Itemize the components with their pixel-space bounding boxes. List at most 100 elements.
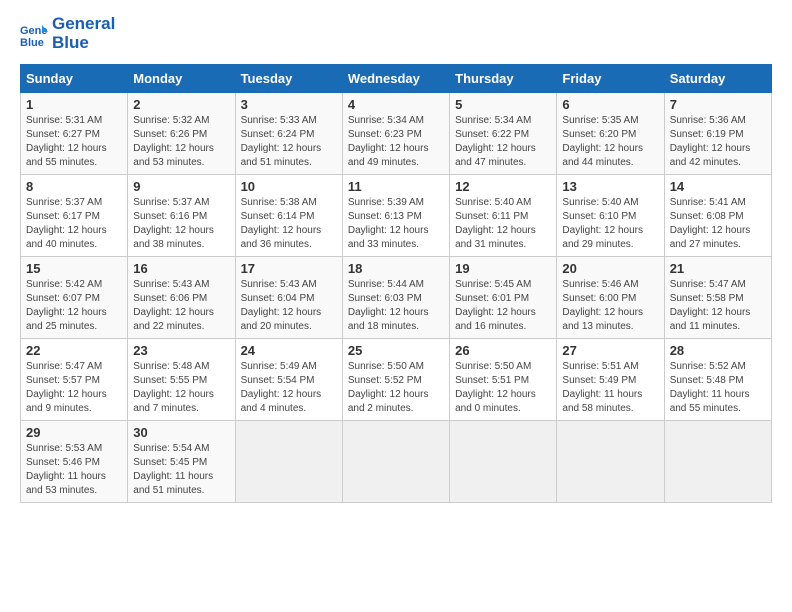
- calendar-cell: 27 Sunrise: 5:51 AM Sunset: 5:49 PM Dayli…: [557, 339, 664, 421]
- svg-text:Blue: Blue: [20, 37, 44, 48]
- calendar-week-3: 15Sunrise: 5:42 AM Sunset: 6:07 PM Dayli…: [21, 257, 772, 339]
- calendar-cell: 24 Sunrise: 5:49 AM Sunset: 5:54 PM Dayli…: [235, 339, 342, 421]
- day-number: 27: [562, 343, 658, 358]
- calendar-cell: 30 Sunrise: 5:54 AM Sunset: 5:45 PM Dayli…: [128, 421, 235, 503]
- day-info: Sunrise: 5:47 AM Sunset: 5:57 PM Dayligh…: [26, 360, 122, 416]
- calendar-cell: 28 Sunrise: 5:52 AM Sunset: 5:48 PM Dayli…: [664, 339, 771, 421]
- day-info: Sunrise: 5:53 AM Sunset: 5:46 PM Dayligh…: [26, 442, 122, 498]
- day-number: 21: [670, 261, 766, 276]
- day-number: 10: [241, 179, 337, 194]
- day-info: Sunrise: 5:48 AM Sunset: 5:55 PM Dayligh…: [133, 360, 229, 416]
- day-number: 4: [348, 97, 444, 112]
- day-number: 7: [670, 97, 766, 112]
- calendar-cell: 7 Sunrise: 5:36 AM Sunset: 6:19 PM Daylig…: [664, 93, 771, 175]
- calendar-cell: [450, 421, 557, 503]
- calendar-cell: 12 Sunrise: 5:40 AM Sunset: 6:11 PM Dayli…: [450, 175, 557, 257]
- day-info: Sunrise: 5:51 AM Sunset: 5:49 PM Dayligh…: [562, 360, 658, 416]
- day-info: Sunrise: 5:38 AM Sunset: 6:14 PM Dayligh…: [241, 196, 337, 252]
- calendar-cell: 18 Sunrise: 5:44 AM Sunset: 6:03 PM Dayli…: [342, 257, 449, 339]
- day-number: 29: [26, 425, 122, 440]
- calendar-cell: 14 Sunrise: 5:41 AM Sunset: 6:08 PM Dayli…: [664, 175, 771, 257]
- calendar-cell: [342, 421, 449, 503]
- calendar-cell: [235, 421, 342, 503]
- calendar-week-5: 29 Sunrise: 5:53 AM Sunset: 5:46 PM Dayli…: [21, 421, 772, 503]
- day-info: Sunrise: 5:49 AM Sunset: 5:54 PM Dayligh…: [241, 360, 337, 416]
- calendar-cell: 15Sunrise: 5:42 AM Sunset: 6:07 PM Dayli…: [21, 257, 128, 339]
- column-header-tuesday: Tuesday: [235, 65, 342, 93]
- day-number: 15: [26, 261, 122, 276]
- day-info: Sunrise: 5:33 AM Sunset: 6:24 PM Dayligh…: [241, 114, 337, 170]
- day-number: 19: [455, 261, 551, 276]
- day-number: 26: [455, 343, 551, 358]
- column-header-wednesday: Wednesday: [342, 65, 449, 93]
- calendar-cell: 17 Sunrise: 5:43 AM Sunset: 6:04 PM Dayli…: [235, 257, 342, 339]
- day-info: Sunrise: 5:37 AM Sunset: 6:17 PM Dayligh…: [26, 196, 122, 252]
- calendar-table: SundayMondayTuesdayWednesdayThursdayFrid…: [20, 64, 772, 503]
- calendar-cell: 16Sunrise: 5:43 AM Sunset: 6:06 PM Dayli…: [128, 257, 235, 339]
- page-container: General Blue General Blue SundayMondayTu…: [0, 0, 792, 513]
- calendar-header-row: SundayMondayTuesdayWednesdayThursdayFrid…: [21, 65, 772, 93]
- calendar-cell: 11 Sunrise: 5:39 AM Sunset: 6:13 PM Dayli…: [342, 175, 449, 257]
- calendar-cell: 8 Sunrise: 5:37 AM Sunset: 6:17 PM Daylig…: [21, 175, 128, 257]
- column-header-thursday: Thursday: [450, 65, 557, 93]
- calendar-cell: 2 Sunrise: 5:32 AM Sunset: 6:26 PM Daylig…: [128, 93, 235, 175]
- calendar-cell: 13 Sunrise: 5:40 AM Sunset: 6:10 PM Dayli…: [557, 175, 664, 257]
- day-info: Sunrise: 5:41 AM Sunset: 6:08 PM Dayligh…: [670, 196, 766, 252]
- day-info: Sunrise: 5:45 AM Sunset: 6:01 PM Dayligh…: [455, 278, 551, 334]
- day-number: 11: [348, 179, 444, 194]
- calendar-cell: 6Sunrise: 5:35 AM Sunset: 6:20 PM Daylig…: [557, 93, 664, 175]
- column-header-friday: Friday: [557, 65, 664, 93]
- day-info: Sunrise: 5:40 AM Sunset: 6:11 PM Dayligh…: [455, 196, 551, 252]
- logo-icon: General Blue: [20, 20, 48, 48]
- calendar-cell: 3Sunrise: 5:33 AM Sunset: 6:24 PM Daylig…: [235, 93, 342, 175]
- calendar-cell: 21 Sunrise: 5:47 AM Sunset: 5:58 PM Dayli…: [664, 257, 771, 339]
- calendar-cell: 1Sunrise: 5:31 AM Sunset: 6:27 PM Daylig…: [21, 93, 128, 175]
- calendar-cell: 22 Sunrise: 5:47 AM Sunset: 5:57 PM Dayli…: [21, 339, 128, 421]
- day-number: 14: [670, 179, 766, 194]
- day-number: 30: [133, 425, 229, 440]
- calendar-week-4: 22 Sunrise: 5:47 AM Sunset: 5:57 PM Dayli…: [21, 339, 772, 421]
- day-number: 8: [26, 179, 122, 194]
- day-info: Sunrise: 5:54 AM Sunset: 5:45 PM Dayligh…: [133, 442, 229, 498]
- calendar-cell: 26 Sunrise: 5:50 AM Sunset: 5:51 PM Dayli…: [450, 339, 557, 421]
- day-info: Sunrise: 5:34 AM Sunset: 6:23 PM Dayligh…: [348, 114, 444, 170]
- day-info: Sunrise: 5:36 AM Sunset: 6:19 PM Dayligh…: [670, 114, 766, 170]
- day-number: 5: [455, 97, 551, 112]
- day-number: 13: [562, 179, 658, 194]
- calendar-cell: [664, 421, 771, 503]
- column-header-saturday: Saturday: [664, 65, 771, 93]
- day-info: Sunrise: 5:52 AM Sunset: 5:48 PM Dayligh…: [670, 360, 766, 416]
- logo-text-line2: Blue: [52, 34, 115, 53]
- day-info: Sunrise: 5:32 AM Sunset: 6:26 PM Dayligh…: [133, 114, 229, 170]
- day-info: Sunrise: 5:39 AM Sunset: 6:13 PM Dayligh…: [348, 196, 444, 252]
- day-info: Sunrise: 5:47 AM Sunset: 5:58 PM Dayligh…: [670, 278, 766, 334]
- day-info: Sunrise: 5:43 AM Sunset: 6:04 PM Dayligh…: [241, 278, 337, 334]
- day-number: 17: [241, 261, 337, 276]
- calendar-cell: 23Sunrise: 5:48 AM Sunset: 5:55 PM Dayli…: [128, 339, 235, 421]
- calendar-cell: 20Sunrise: 5:46 AM Sunset: 6:00 PM Dayli…: [557, 257, 664, 339]
- calendar-cell: 25Sunrise: 5:50 AM Sunset: 5:52 PM Dayli…: [342, 339, 449, 421]
- day-info: Sunrise: 5:50 AM Sunset: 5:51 PM Dayligh…: [455, 360, 551, 416]
- calendar-cell: 4 Sunrise: 5:34 AM Sunset: 6:23 PM Daylig…: [342, 93, 449, 175]
- day-number: 2: [133, 97, 229, 112]
- column-header-sunday: Sunday: [21, 65, 128, 93]
- day-number: 12: [455, 179, 551, 194]
- day-info: Sunrise: 5:40 AM Sunset: 6:10 PM Dayligh…: [562, 196, 658, 252]
- day-info: Sunrise: 5:35 AM Sunset: 6:20 PM Dayligh…: [562, 114, 658, 170]
- day-number: 18: [348, 261, 444, 276]
- day-info: Sunrise: 5:44 AM Sunset: 6:03 PM Dayligh…: [348, 278, 444, 334]
- calendar-cell: [557, 421, 664, 503]
- day-number: 1: [26, 97, 122, 112]
- day-number: 28: [670, 343, 766, 358]
- calendar-cell: 5Sunrise: 5:34 AM Sunset: 6:22 PM Daylig…: [450, 93, 557, 175]
- calendar-week-1: 1Sunrise: 5:31 AM Sunset: 6:27 PM Daylig…: [21, 93, 772, 175]
- day-number: 20: [562, 261, 658, 276]
- page-header: General Blue General Blue: [20, 15, 772, 52]
- day-number: 22: [26, 343, 122, 358]
- logo: General Blue General Blue: [20, 15, 115, 52]
- day-number: 24: [241, 343, 337, 358]
- calendar-cell: 29 Sunrise: 5:53 AM Sunset: 5:46 PM Dayli…: [21, 421, 128, 503]
- day-info: Sunrise: 5:43 AM Sunset: 6:06 PM Dayligh…: [133, 278, 229, 334]
- day-number: 9: [133, 179, 229, 194]
- day-info: Sunrise: 5:50 AM Sunset: 5:52 PM Dayligh…: [348, 360, 444, 416]
